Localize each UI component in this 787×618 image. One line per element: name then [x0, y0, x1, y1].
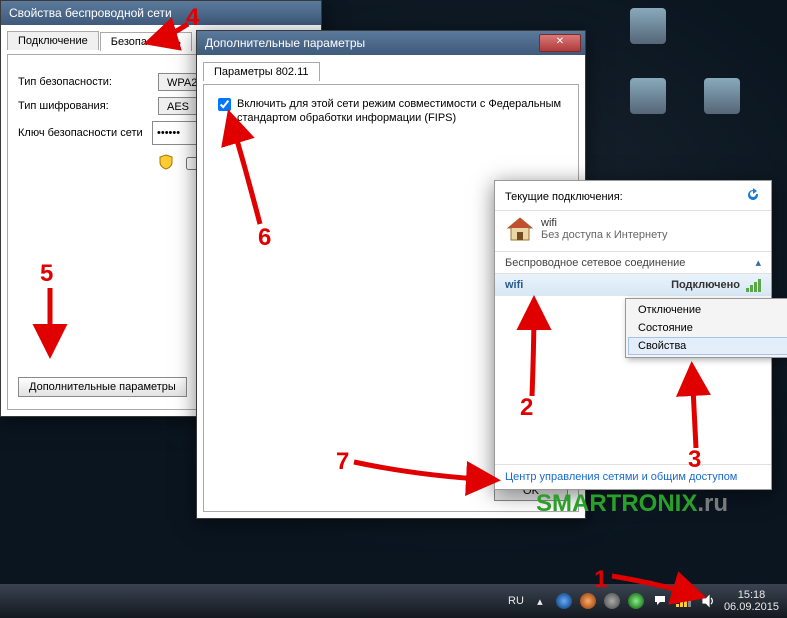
titlebar[interactable]: Свойства беспроводной сети [1, 1, 321, 25]
tab-security[interactable]: Безопасность [100, 32, 192, 51]
current-connection: wifi Без доступа к Интернету [495, 211, 771, 252]
tray-icon[interactable] [580, 593, 596, 609]
titlebar[interactable]: Дополнительные параметры ✕ [197, 31, 585, 55]
wireless-section-label: Беспроводное сетевое соединение [505, 257, 685, 269]
tray-icon[interactable] [628, 593, 644, 609]
refresh-icon[interactable] [745, 187, 761, 206]
desktop-icon[interactable] [620, 8, 676, 46]
watermark: SMARTRONIX.ru [536, 490, 728, 518]
tray-icon[interactable] [604, 593, 620, 609]
checkbox-fips[interactable] [218, 98, 231, 111]
network-flyout: Текущие подключения: wifi Без доступа к … [494, 180, 772, 490]
window-title: Свойства беспроводной сети [5, 6, 317, 20]
network-item-status: Подключено [671, 279, 740, 291]
current-net-status: Без доступа к Интернету [541, 229, 668, 241]
shield-icon [158, 154, 174, 173]
network-list: wifi Подключено Отключение Состояние Сво… [495, 274, 771, 465]
network-tray-icon[interactable] [676, 593, 692, 609]
menu-state[interactable]: Состояние [628, 319, 787, 337]
system-tray: RU ▴ 15:18 06.09.2015 [508, 589, 787, 613]
volume-icon[interactable] [700, 593, 716, 609]
tab-80211[interactable]: Параметры 802.11 [203, 62, 320, 81]
tab-connection[interactable]: Подключение [7, 31, 99, 50]
desktop-icon[interactable] [620, 78, 676, 116]
context-menu: Отключение Состояние Свойства [625, 298, 787, 358]
window-title: Дополнительные параметры [201, 36, 539, 50]
flyout-header: Текущие подключения: [495, 181, 771, 211]
current-net-name: wifi [541, 217, 668, 229]
signal-bars-icon [746, 278, 761, 292]
tray-icon[interactable] [556, 593, 572, 609]
advanced-settings-button[interactable]: Дополнительные параметры [18, 377, 187, 397]
label-security-type: Тип безопасности: [18, 76, 158, 88]
label-encryption-type: Тип шифрования: [18, 100, 158, 112]
tray-date: 06.09.2015 [724, 601, 779, 613]
taskbar: RU ▴ 15:18 06.09.2015 [0, 584, 787, 618]
action-center-icon[interactable] [652, 593, 668, 609]
close-button[interactable]: ✕ [539, 34, 581, 52]
tray-chevron-icon[interactable]: ▴ [532, 593, 548, 609]
network-center-link[interactable]: Центр управления сетями и общим доступом [495, 465, 771, 489]
chevron-up-icon: ▴ [755, 256, 761, 269]
home-network-icon [505, 215, 535, 243]
flyout-heading: Текущие подключения: [505, 191, 745, 203]
tray-clock[interactable]: 15:18 06.09.2015 [724, 589, 779, 613]
network-item-name: wifi [505, 279, 671, 291]
label-security-key: Ключ безопасности сети [18, 127, 152, 139]
lang-indicator[interactable]: RU [508, 595, 524, 607]
menu-properties[interactable]: Свойства [628, 337, 787, 355]
label-fips: Включить для этой сети режим совместимос… [237, 97, 568, 125]
wireless-section[interactable]: Беспроводное сетевое соединение ▴ [495, 252, 771, 274]
menu-disconnect[interactable]: Отключение [628, 301, 787, 319]
tray-time: 15:18 [724, 589, 779, 601]
network-item-wifi[interactable]: wifi Подключено [495, 274, 771, 296]
desktop-icon[interactable] [694, 78, 750, 116]
